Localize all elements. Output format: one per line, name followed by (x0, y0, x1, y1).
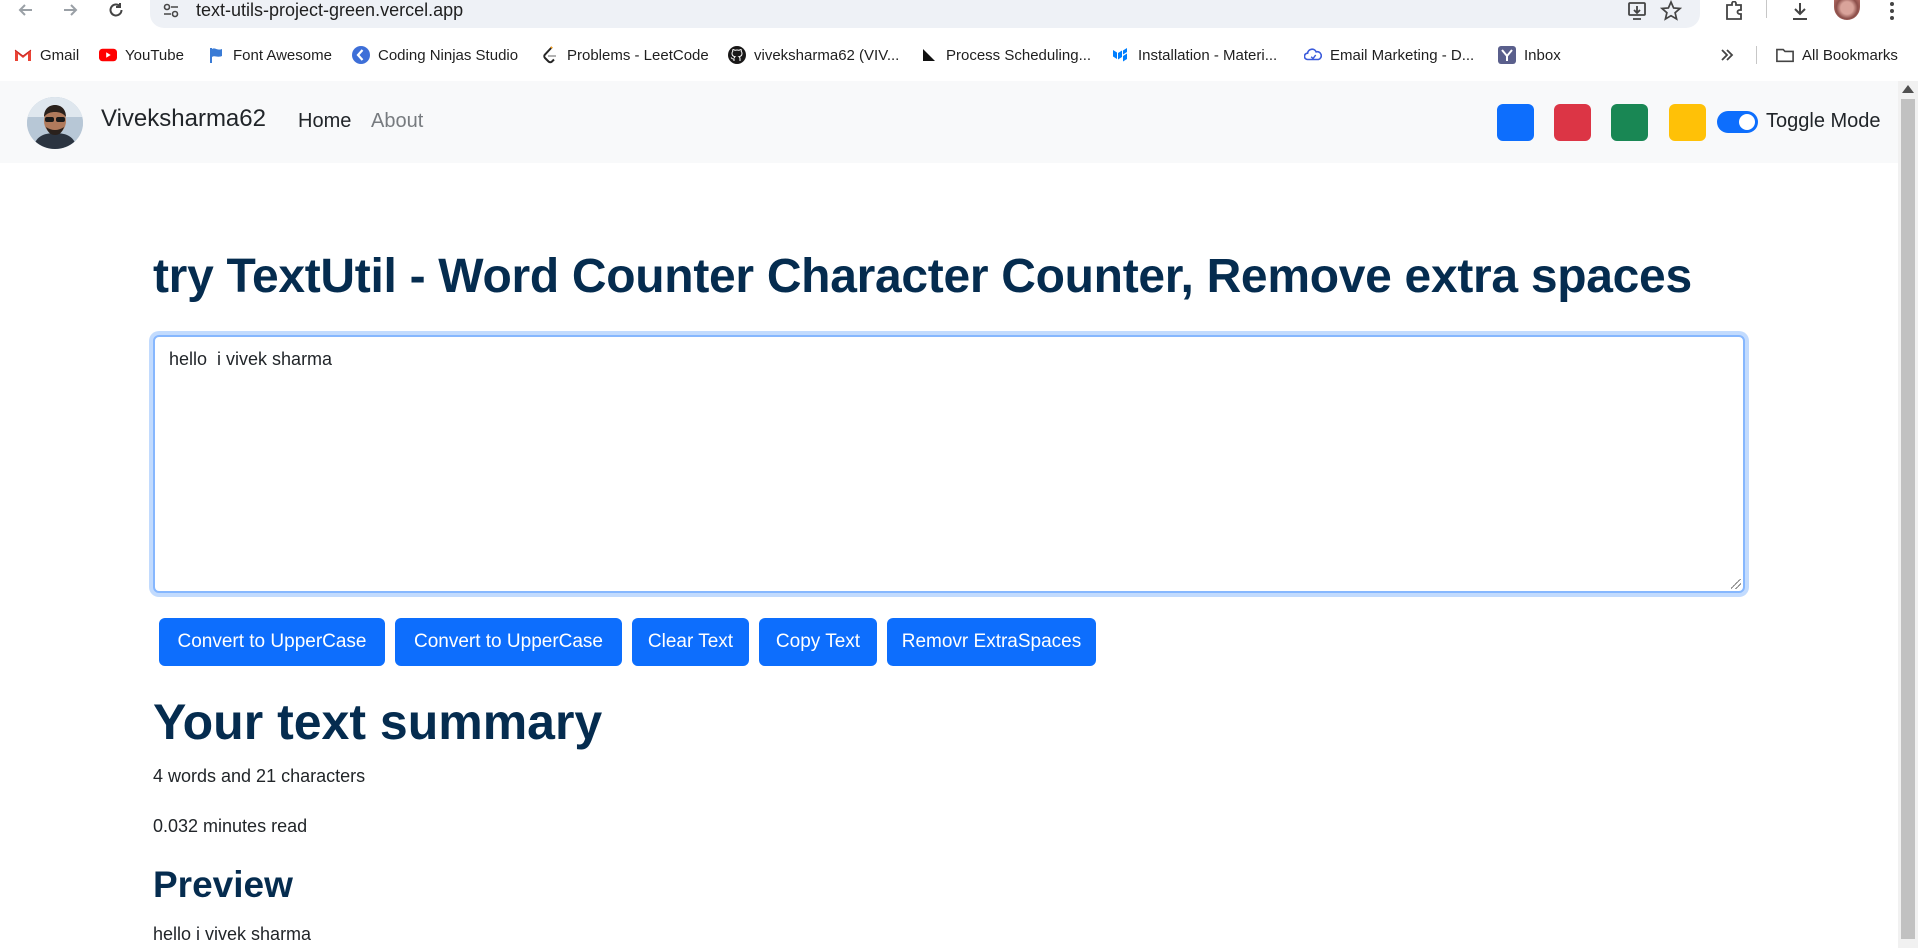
profile-photo-icon (27, 97, 83, 149)
bookmark-email-marketing[interactable]: Email Marketing - D... (1304, 40, 1474, 70)
reload-icon (109, 3, 123, 17)
address-bar[interactable]: text-utils-project-green.vercel.app (150, 0, 1700, 28)
toggle-mode-label: Toggle Mode (1766, 110, 1881, 132)
bookmark-gmail[interactable]: Gmail (14, 40, 79, 70)
chrome-menu-button[interactable] (1880, 0, 1904, 22)
url-text: text-utils-project-green.vercel.app (196, 0, 464, 20)
theme-swatch-blue[interactable] (1497, 104, 1534, 141)
reload-button[interactable] (102, 0, 130, 20)
all-bookmarks-button[interactable]: All Bookmarks (1776, 40, 1898, 70)
mui-icon (1112, 46, 1130, 64)
bookmark-process-scheduling[interactable]: Process Scheduling... (920, 40, 1091, 70)
toolbar-divider (1766, 0, 1767, 18)
brand-avatar[interactable] (27, 97, 83, 149)
coding-ninjas-icon (352, 46, 370, 64)
bookmark-inbox[interactable]: Inbox (1498, 40, 1561, 70)
font-awesome-icon (207, 46, 225, 64)
web-page: Viveksharma62 Home About Toggle Mode try… (0, 81, 1898, 948)
bookmark-star-icon[interactable] (1660, 0, 1682, 22)
browser-toolbar: text-utils-project-green.vercel.app (0, 0, 1918, 30)
nav-about-link[interactable]: About (371, 110, 423, 133)
clear-text-button[interactable]: Clear Text (632, 618, 749, 666)
text-input-box: hello i vivek sharma (153, 335, 1745, 593)
copy-text-button[interactable]: Copy Text (759, 618, 877, 666)
scroll-up-arrow-icon[interactable] (1902, 85, 1914, 93)
bookmark-leetcode[interactable]: Problems - LeetCode (541, 40, 709, 70)
bookmark-github[interactable]: viveksharma62 (VIV... (728, 40, 899, 70)
theme-swatch-red[interactable] (1554, 104, 1591, 141)
bookmark-youtube[interactable]: YouTube (99, 40, 184, 70)
profile-avatar[interactable] (1834, 0, 1860, 20)
gmail-icon (14, 46, 32, 64)
puzzle-icon (1726, 1, 1742, 20)
resize-handle-icon[interactable] (1731, 579, 1741, 589)
download-icon (1793, 3, 1807, 20)
bookmark-font-awesome[interactable]: Font Awesome (207, 40, 332, 70)
arrow-right-icon (64, 4, 78, 16)
process-icon (920, 46, 938, 64)
navbar: Viveksharma62 Home About Toggle Mode (0, 81, 1898, 163)
uppercase-button-2[interactable]: Convert to UpperCase (395, 618, 622, 666)
uppercase-button[interactable]: Convert to UpperCase (159, 618, 385, 666)
folder-icon (1776, 46, 1794, 64)
theme-swatch-green[interactable] (1611, 104, 1648, 141)
bookmark-material-installation[interactable]: Installation - Materi... (1112, 40, 1277, 70)
install-app-icon[interactable] (1626, 0, 1648, 22)
nav-home-link[interactable]: Home (298, 110, 351, 133)
email-marketing-icon (1304, 46, 1322, 64)
dark-mode-toggle[interactable] (1717, 111, 1758, 133)
github-icon (728, 46, 746, 64)
more-vert-icon (1890, 2, 1894, 20)
site-settings-icon[interactable] (162, 2, 180, 20)
text-input[interactable]: hello i vivek sharma (155, 337, 1743, 591)
youtube-icon (99, 46, 117, 64)
back-button[interactable] (12, 0, 40, 20)
scrollbar-thumb[interactable] (1901, 99, 1915, 939)
summary-title: Your text summary (153, 694, 603, 750)
brand-name[interactable]: Viveksharma62 (101, 105, 266, 133)
page-scrollbar[interactable] (1898, 81, 1918, 948)
preview-text: hello i vivek sharma (153, 924, 312, 944)
toggle-knob (1739, 114, 1755, 130)
remove-extra-spaces-button[interactable]: Removr ExtraSpaces (887, 618, 1096, 666)
extensions-button[interactable] (1722, 0, 1746, 22)
theme-swatch-yellow[interactable] (1669, 104, 1706, 141)
read-time: 0.032 minutes read (153, 816, 308, 836)
inbox-icon (1498, 46, 1516, 64)
bookmarks-bar: Gmail YouTube Font Awesome Coding Ninjas… (0, 40, 1918, 70)
word-char-count: 4 words and 21 characters (153, 766, 366, 786)
downloads-button[interactable] (1788, 0, 1812, 22)
arrow-left-icon (18, 4, 32, 16)
preview-title: Preview (153, 864, 293, 905)
leetcode-icon (541, 46, 559, 64)
bookmarks-divider (1756, 46, 1757, 64)
bookmark-coding-ninjas[interactable]: Coding Ninjas Studio (352, 40, 518, 70)
double-chevron-right-icon (1718, 46, 1736, 64)
forward-button[interactable] (56, 0, 84, 20)
bookmarks-overflow-button[interactable] (1718, 40, 1744, 70)
page-title: try TextUtil - Word Counter Character Co… (153, 250, 1692, 303)
